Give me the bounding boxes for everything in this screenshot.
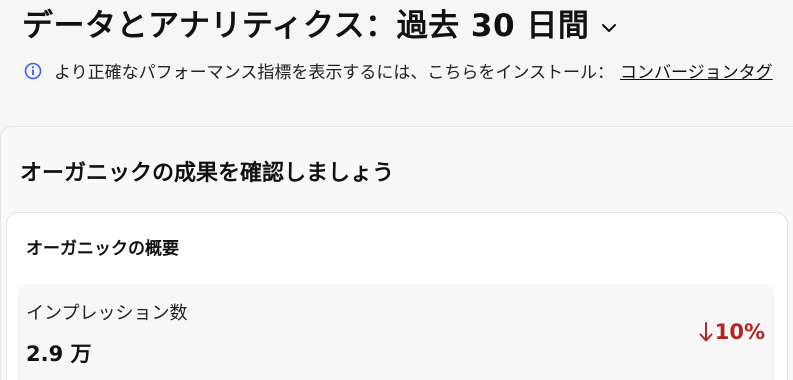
impressions-change-value: 10% [714,320,765,344]
info-icon [24,62,42,80]
arrow-down-icon [699,321,713,343]
impressions-label: インプレッション数 [26,303,188,324]
conversion-tag-link[interactable]: コンバージョンタグ [620,58,773,83]
impressions-value: 2.9 万 [26,342,92,366]
date-range-dropdown[interactable]: データとアナリティクス：過去 30 日間 [22,4,619,48]
analytics-page: データとアナリティクス：過去 30 日間 より正確なパフォーマンス指標を表示する… [0,0,793,380]
impressions-change: 10% [699,320,765,344]
page-title: データとアナリティクス：過去 30 日間 [22,8,590,44]
section-title: オーガニックの成果を確認しましょう [20,161,395,186]
notice-text: より正確なパフォーマンス指標を表示するには、こちらをインストール： [54,63,614,83]
chevron-down-icon [599,18,619,38]
organic-overview-title: オーガニックの概要 [26,239,179,259]
conversion-tag-notice: より正確なパフォーマンス指標を表示するには、こちらをインストール： コンバージョ… [24,58,773,83]
